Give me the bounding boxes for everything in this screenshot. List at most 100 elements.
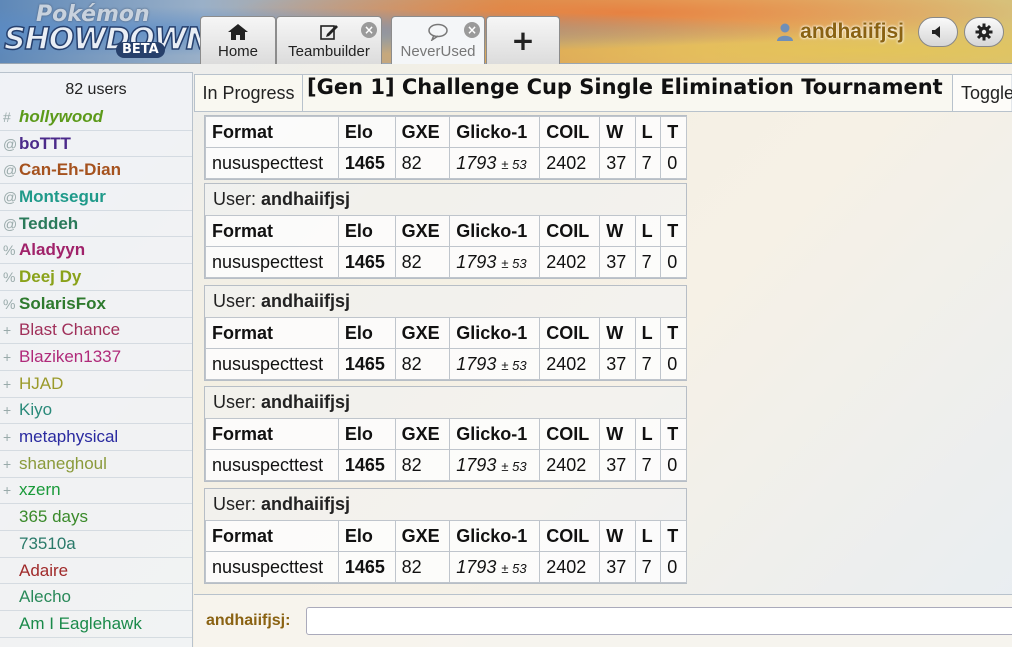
ladder-username[interactable]: andhaiifjsj xyxy=(261,494,350,514)
userlist-item[interactable]: + shaneghoul xyxy=(0,451,192,478)
userlist-item[interactable]: + xzern xyxy=(0,478,192,505)
ladder-cell-format[interactable]: nususpecttest xyxy=(205,246,339,278)
ladder-cell-l: 7 xyxy=(634,449,662,481)
close-icon[interactable]: × xyxy=(464,22,480,38)
ladder-column-header: GXE xyxy=(394,520,451,552)
userlist-item[interactable]: @ Can-Eh-Dian xyxy=(0,157,192,185)
glicko-rating: 1793 xyxy=(456,353,497,374)
ladder-cell-gxe: 82 xyxy=(394,147,451,179)
user-name[interactable]: xzern xyxy=(19,480,61,500)
ladder-column-header: T xyxy=(660,215,687,247)
tournament-status: In Progress xyxy=(195,75,303,111)
userlist-item[interactable]: % Aladyyn xyxy=(0,237,192,265)
user-name[interactable]: Am I Eaglehawk xyxy=(19,614,142,634)
ladder-cell-format[interactable]: nususpecttest xyxy=(205,449,339,481)
chat-input[interactable] xyxy=(306,607,1012,635)
ladder-block: User: andhaiifjsj Format Elo GXE Glicko-1 COI… xyxy=(204,285,687,381)
user-name[interactable]: shaneghoul xyxy=(19,454,107,474)
user-name[interactable]: Adaire xyxy=(19,561,68,581)
user-name[interactable]: Deej Dy xyxy=(19,267,81,287)
user-rank-symbol: + xyxy=(3,322,12,339)
userlist-item[interactable]: Am I Eaglehawk xyxy=(0,611,192,638)
userlist-item[interactable]: + Blaziken1337 xyxy=(0,344,192,371)
user-count[interactable]: 82 users xyxy=(0,73,192,104)
close-icon[interactable]: × xyxy=(361,22,377,38)
user-name[interactable]: HJAD xyxy=(19,374,63,394)
userlist-item[interactable]: @ Teddeh xyxy=(0,211,192,238)
settings-button[interactable] xyxy=(964,17,1004,47)
user-rank-symbol: % xyxy=(3,268,16,285)
ladder-username[interactable]: andhaiifjsj xyxy=(261,189,350,209)
ladder-column-header: Elo xyxy=(337,317,396,349)
user-name[interactable]: hollywood xyxy=(19,107,103,127)
sound-button[interactable] xyxy=(918,17,958,47)
chat-bubble-icon xyxy=(428,23,448,41)
ladder-username[interactable]: andhaiifjsj xyxy=(261,291,350,311)
userlist-item[interactable]: 73510a xyxy=(0,531,192,558)
ladder-column-header: Format xyxy=(205,418,339,450)
ladder-user-label: User: xyxy=(213,189,257,209)
glicko-rating: 1793 xyxy=(456,152,497,173)
ladder-data-row: nususpecttest 1465 82 1793 ± 53 2402 37 7 0 xyxy=(205,348,687,380)
username[interactable]: andhaiifjsj xyxy=(800,20,904,44)
tab-neverused[interactable]: NeverUsed × xyxy=(391,16,485,64)
tournament-toggle-button[interactable]: Toggle xyxy=(952,75,1012,111)
ladder-cell-elo: 1465 xyxy=(337,449,396,481)
user-rank-symbol: + xyxy=(3,375,12,392)
user-name[interactable]: 73510a xyxy=(19,534,76,554)
user-name[interactable]: Kiyo xyxy=(19,400,52,420)
userlist-item[interactable]: % Deej Dy xyxy=(0,264,192,291)
user-rank-symbol: @ xyxy=(3,135,18,152)
userlist-item[interactable]: + Blast Chance xyxy=(0,318,192,345)
ladder-cell-l: 7 xyxy=(634,348,662,380)
ladder-block: User: andhaiifjsj Format Elo GXE Glicko-1 COI… xyxy=(204,488,687,584)
user-name[interactable]: boTTT xyxy=(19,134,71,154)
ladder-header-row: Format Elo GXE Glicko-1 COIL W L T xyxy=(205,116,687,148)
userlist-item[interactable]: @ Montsegur xyxy=(0,184,192,211)
userlist-item[interactable]: 365 days xyxy=(0,504,192,531)
ladder-cell-t: 0 xyxy=(660,449,687,481)
ladder-header-row: Format Elo GXE Glicko-1 COIL W L T xyxy=(205,520,687,552)
user-name[interactable]: 365 days xyxy=(19,507,88,527)
user-name[interactable]: Can-Eh-Dian xyxy=(19,160,121,180)
user-rank-symbol: @ xyxy=(3,188,18,205)
ladder-cell-format[interactable]: nususpecttest xyxy=(205,551,339,583)
edit-icon xyxy=(320,25,338,40)
ladder-cell-format[interactable]: nususpecttest xyxy=(205,348,339,380)
ladder-column-header: T xyxy=(660,418,687,450)
ladder-cell-gxe: 82 xyxy=(394,348,451,380)
user-name[interactable]: Aladyyn xyxy=(19,240,85,260)
pokemon-showdown-logo[interactable]: Pokémon SHOWDOWN BETA xyxy=(3,2,212,60)
userlist-item[interactable]: Alecho xyxy=(0,584,192,612)
userlist-item[interactable]: + Kiyo xyxy=(0,398,192,425)
ladder-column-header: COIL xyxy=(539,215,601,247)
tab-teambuilder[interactable]: Teambuilder × xyxy=(276,16,382,64)
user-name[interactable]: Blaziken1337 xyxy=(19,347,121,367)
ladder-cell-l: 7 xyxy=(634,147,662,179)
user-name[interactable]: metaphysical xyxy=(19,427,118,447)
userlist-item[interactable]: + metaphysical xyxy=(0,424,192,451)
chat-compose: andhaiifjsj: xyxy=(194,594,1012,647)
new-tab-button[interactable]: + xyxy=(486,16,560,64)
ladder-column-header: L xyxy=(634,116,662,148)
tab-home[interactable]: Home xyxy=(200,16,276,64)
ladder-cell-gxe: 82 xyxy=(394,246,451,278)
ladder-cell-format[interactable]: nususpecttest xyxy=(205,147,339,179)
user-name[interactable]: Blast Chance xyxy=(19,320,120,340)
user-name[interactable]: SolarisFox xyxy=(19,294,106,314)
ladder-cell-t: 0 xyxy=(660,147,687,179)
user-name[interactable]: Alecho xyxy=(19,587,71,607)
ladder-data-row: nususpecttest 1465 82 1793 ± 53 2402 37 7 0 xyxy=(205,551,687,583)
userlist-item[interactable]: % SolarisFox xyxy=(0,291,192,318)
ladder-username[interactable]: andhaiifjsj xyxy=(261,392,350,412)
ladder-column-header: Elo xyxy=(337,418,396,450)
user-name[interactable]: Montsegur xyxy=(19,187,106,207)
user-name[interactable]: Teddeh xyxy=(19,214,78,234)
userlist-item[interactable]: Adaire xyxy=(0,558,192,585)
user-rank-symbol: + xyxy=(3,349,12,366)
userlist-item[interactable]: # hollywood xyxy=(0,104,192,131)
ladder-cell-coil: 2402 xyxy=(539,246,601,278)
userlist-item[interactable]: + HJAD xyxy=(0,371,192,398)
ladder-column-header: W xyxy=(599,215,636,247)
userlist-item[interactable]: @ boTTT xyxy=(0,131,192,158)
